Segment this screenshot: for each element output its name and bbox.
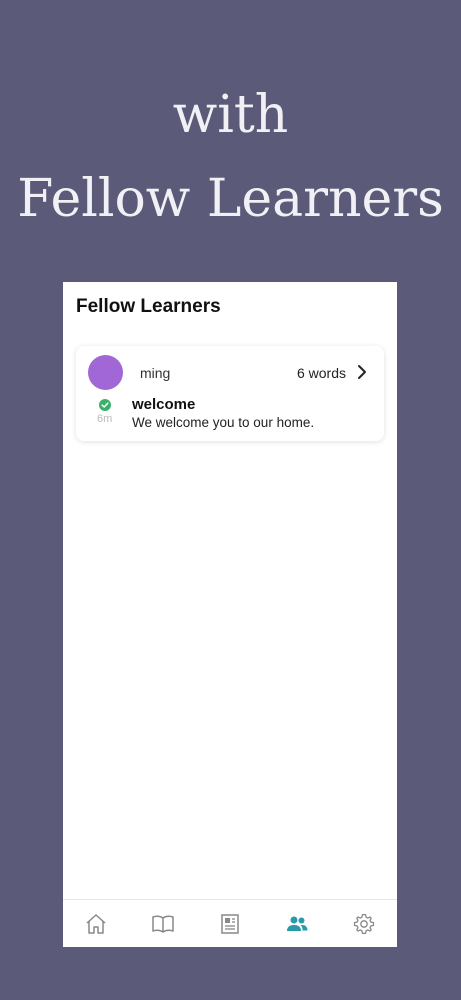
home-icon xyxy=(86,913,106,934)
avatar[interactable] xyxy=(88,355,123,390)
gear-icon xyxy=(353,913,374,934)
phone-screen: Fellow Learners ming 6 words 6m welcome … xyxy=(63,282,397,947)
word-count[interactable]: 6 words xyxy=(297,365,346,381)
username[interactable]: ming xyxy=(140,365,170,381)
chevron-right-icon[interactable] xyxy=(356,363,368,381)
people-icon xyxy=(286,916,308,931)
tab-home[interactable] xyxy=(76,904,116,944)
promo-headline-line2: Fellow Learners xyxy=(17,169,444,229)
tab-fellow-learners[interactable] xyxy=(277,904,317,944)
tab-bar xyxy=(63,899,397,947)
promo-headline-line1: with xyxy=(172,85,289,145)
timestamp: 6m xyxy=(97,413,113,425)
newspaper-icon xyxy=(221,913,239,934)
page-title: Fellow Learners xyxy=(76,296,221,317)
tab-news[interactable] xyxy=(210,904,250,944)
message-title: welcome xyxy=(132,396,196,413)
book-icon xyxy=(152,915,174,933)
message-text: We welcome you to our home. xyxy=(132,415,315,430)
check-circle-icon xyxy=(99,399,111,411)
feed-card[interactable]: ming 6 words 6m welcome We welcome you t… xyxy=(76,346,384,441)
tab-book[interactable] xyxy=(143,904,183,944)
tab-settings[interactable] xyxy=(344,904,384,944)
